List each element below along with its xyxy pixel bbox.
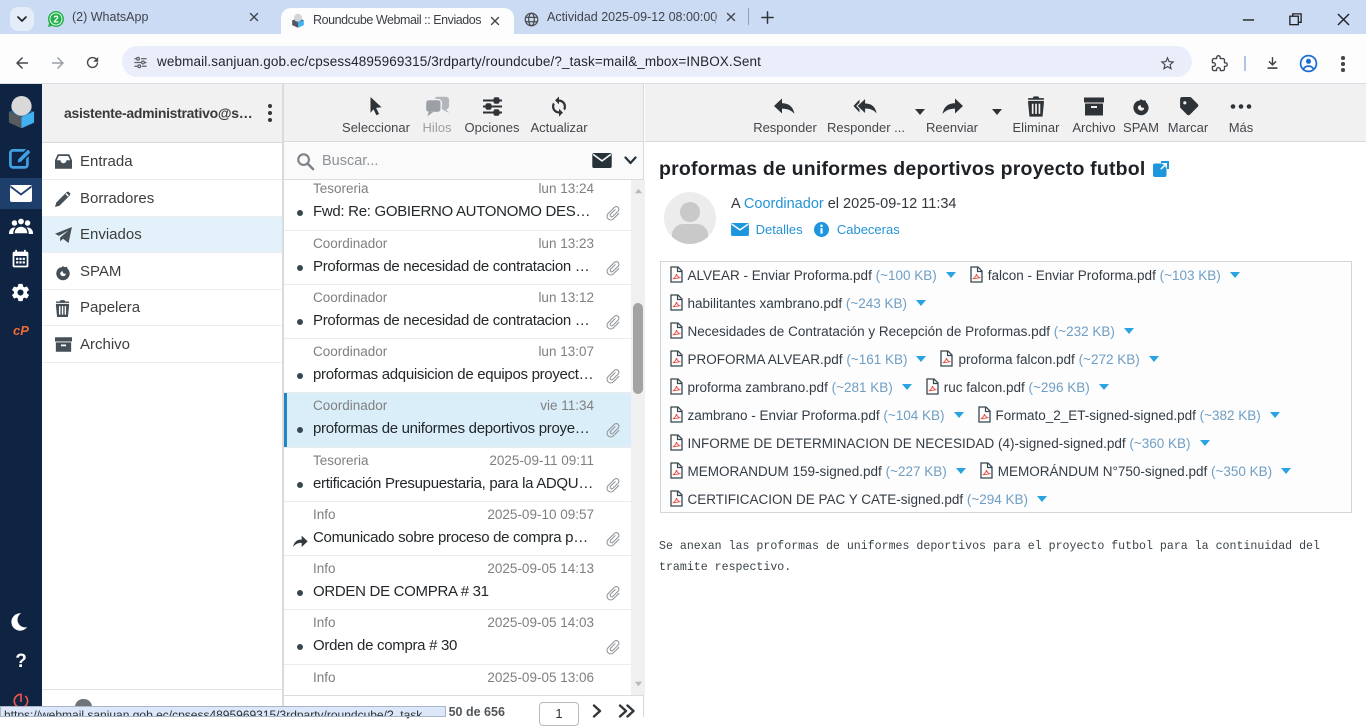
svg-text:2: 2 (53, 14, 58, 25)
